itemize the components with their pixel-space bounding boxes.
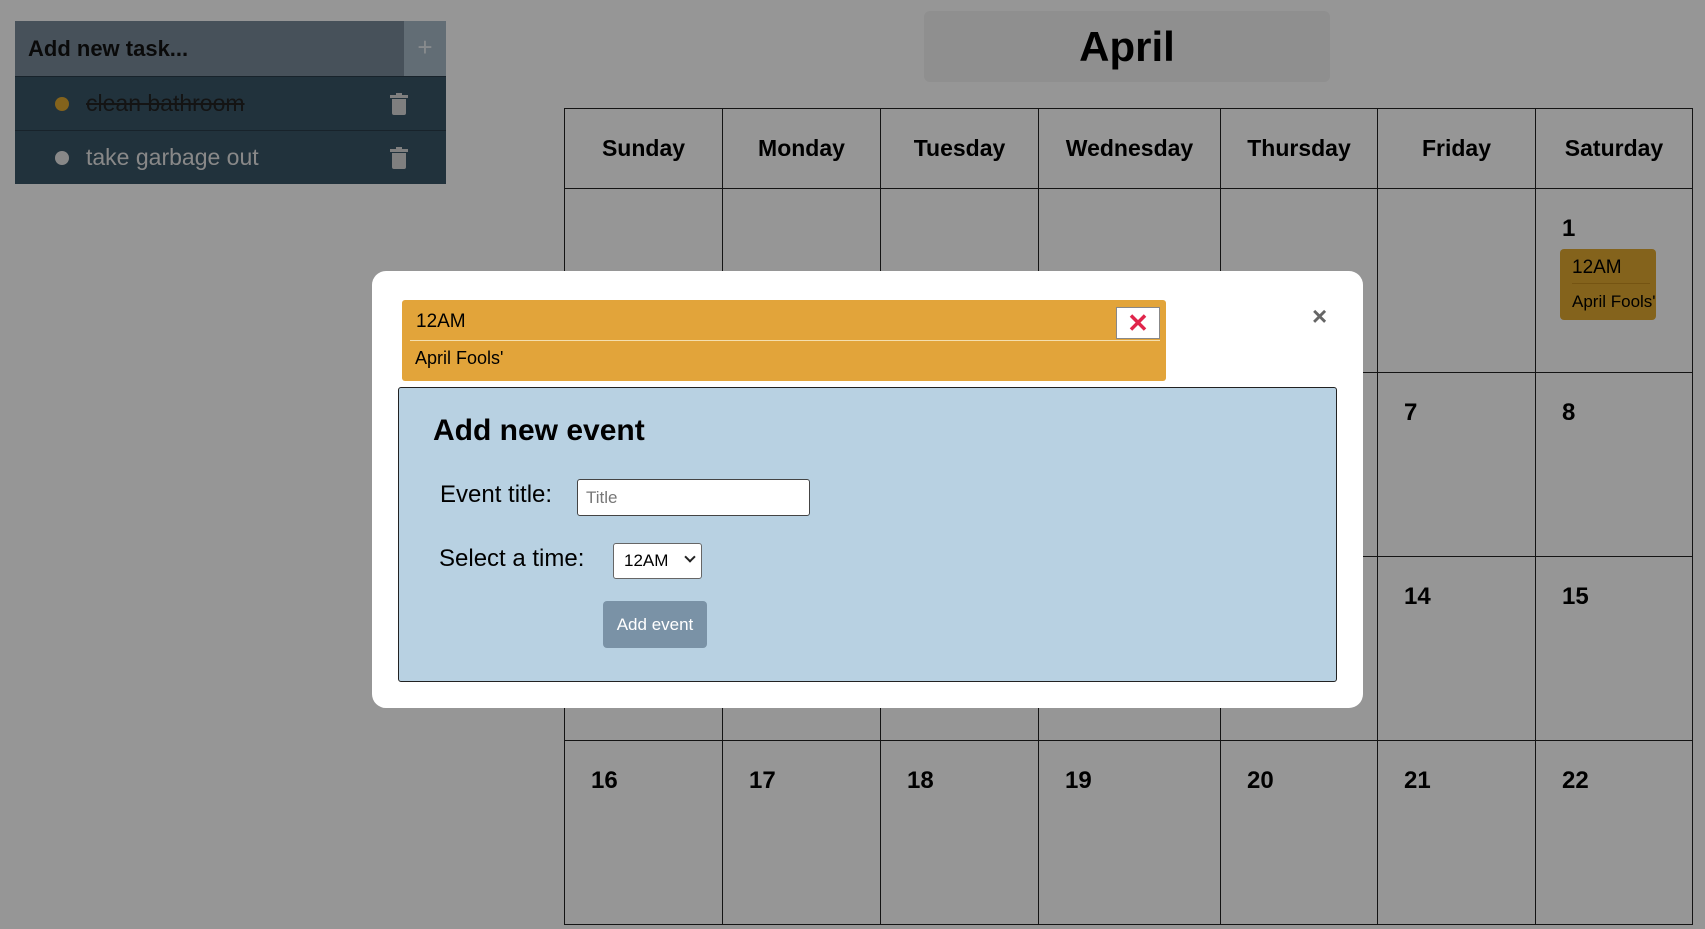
event-card: 12AM ✕ April Fools': [402, 300, 1166, 381]
event-title-input[interactable]: [577, 479, 810, 516]
close-icon[interactable]: ×: [1312, 301, 1327, 332]
time-select-label: Select a time:: [439, 545, 585, 572]
event-title: April Fools': [415, 348, 504, 368]
event-time: 12AM: [416, 311, 466, 332]
delete-event-button[interactable]: ✕: [1116, 307, 1160, 339]
event-title-label: Event title:: [440, 481, 553, 508]
event-divider: [410, 340, 1160, 341]
add-event-button[interactable]: Add event: [603, 601, 707, 648]
form-heading: Add new event: [433, 414, 645, 447]
time-select-value: 12AM: [624, 551, 669, 570]
chevron-down-icon: [684, 551, 696, 563]
add-event-form: Add new event Event title: Select a time…: [398, 387, 1337, 682]
event-modal: × 12AM ✕ April Fools' Add new event Even…: [372, 271, 1363, 708]
time-select[interactable]: 12AM: [613, 543, 702, 579]
